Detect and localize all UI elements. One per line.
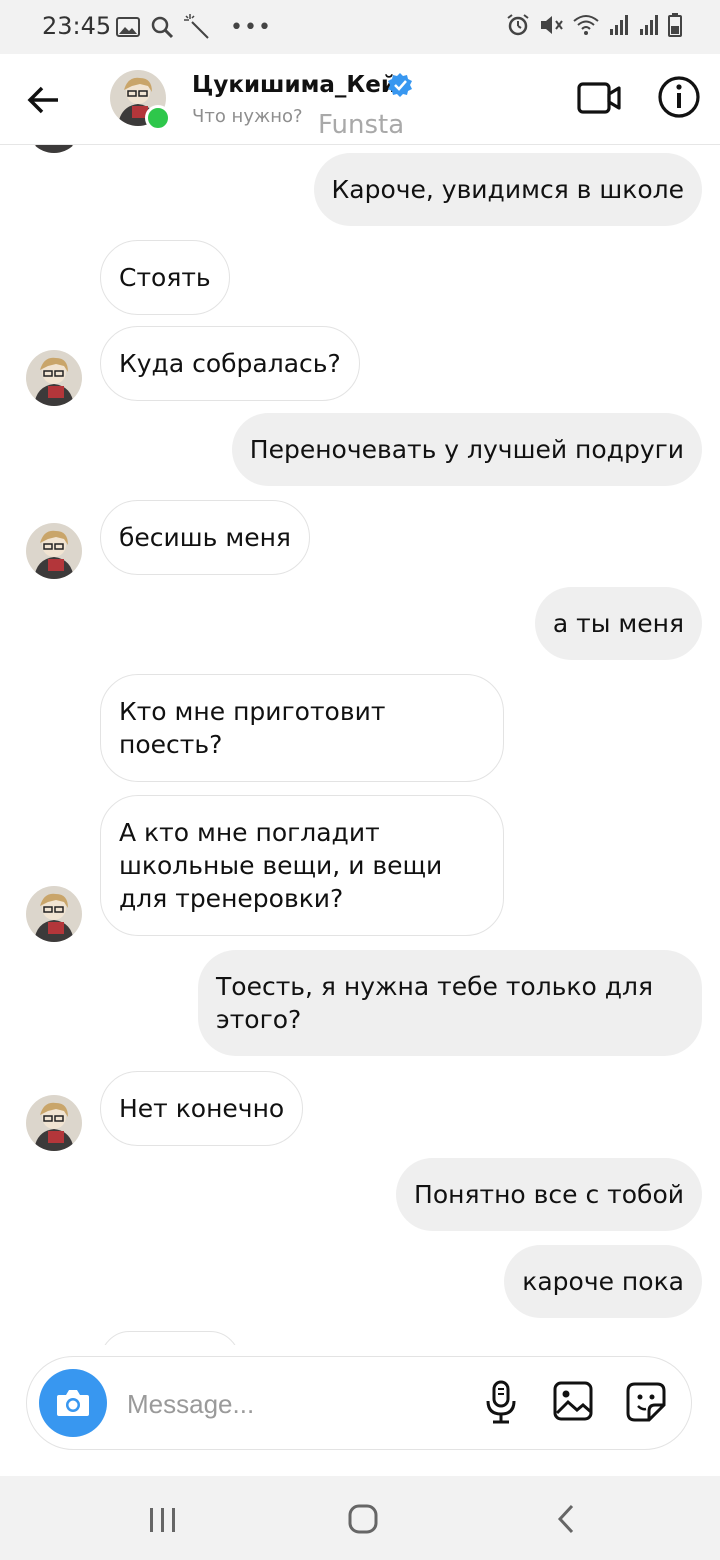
gallery-icon[interactable]: [553, 1381, 593, 1421]
avatar: [26, 145, 82, 153]
message-bubble-incoming[interactable]: А кто мне погладит школьные вещи, и вещи…: [100, 795, 504, 936]
message-bubble-incoming[interactable]: Куда собралась?: [100, 326, 360, 401]
signal-icon: [610, 15, 628, 35]
message-thread[interactable]: Кароче, увидимся в школе Стоять Куда соб…: [0, 145, 720, 1345]
wifi-icon: [573, 15, 599, 35]
contact-username[interactable]: Цукишима_Кей: [192, 72, 397, 98]
message-bubble-outgoing[interactable]: Переночевать у лучшей подруги: [231, 413, 702, 486]
message-composer: [26, 1356, 692, 1450]
info-icon[interactable]: [656, 74, 702, 120]
message-bubble-incoming[interactable]: Стоять: [100, 240, 230, 315]
funsta-label: Funsta: [318, 110, 405, 140]
sticker-icon[interactable]: [625, 1381, 667, 1423]
back-arrow-icon[interactable]: [24, 80, 64, 120]
message-bubble-outgoing[interactable]: а ты меня: [534, 587, 702, 660]
more-icon: •••: [230, 14, 272, 40]
microphone-icon[interactable]: [483, 1379, 519, 1425]
avatar[interactable]: [26, 886, 82, 942]
battery-icon: [668, 13, 682, 37]
message-bubble-incoming[interactable]: Нет конечно: [100, 1071, 304, 1146]
message-bubble-incoming[interactable]: Кто мне приготовит поесть?: [100, 674, 504, 782]
message-bubble-outgoing[interactable]: Понятно все с тобой: [396, 1158, 702, 1231]
back-icon[interactable]: [552, 1502, 580, 1536]
recent-apps-icon[interactable]: [146, 1504, 180, 1536]
home-icon[interactable]: [346, 1502, 380, 1536]
image-icon: [116, 17, 140, 37]
mute-icon: [541, 16, 563, 34]
chat-header: Цукишима_Кей Что нужно? Funsta: [0, 54, 720, 145]
message-bubble-incoming: [100, 1331, 240, 1345]
verified-badge-icon: [388, 73, 412, 97]
avatar[interactable]: [26, 1095, 82, 1151]
contact-status: Что нужно?: [192, 106, 303, 127]
video-call-icon[interactable]: [576, 78, 622, 118]
search-icon: [151, 16, 174, 39]
message-bubble-outgoing[interactable]: Кароче, увидимся в школе: [313, 153, 702, 226]
magic-wand-icon: [184, 14, 209, 39]
message-bubble-outgoing[interactable]: кароче пока: [504, 1245, 702, 1318]
status-time: 23:45: [42, 12, 112, 40]
message-input[interactable]: [125, 1381, 449, 1427]
camera-button[interactable]: [39, 1369, 107, 1437]
avatar[interactable]: [26, 523, 82, 579]
message-bubble-incoming[interactable]: бесишь меня: [100, 500, 310, 575]
alarm-icon: [507, 14, 529, 36]
online-indicator: [145, 105, 171, 131]
avatar[interactable]: [26, 350, 82, 406]
camera-icon: [57, 1390, 89, 1416]
system-nav-bar: [0, 1476, 720, 1560]
signal-icon: [640, 15, 658, 35]
message-bubble-outgoing[interactable]: Тоесть, я нужна тебе только для этого?: [198, 950, 702, 1056]
status-bar: 23:45 •••: [0, 0, 720, 54]
